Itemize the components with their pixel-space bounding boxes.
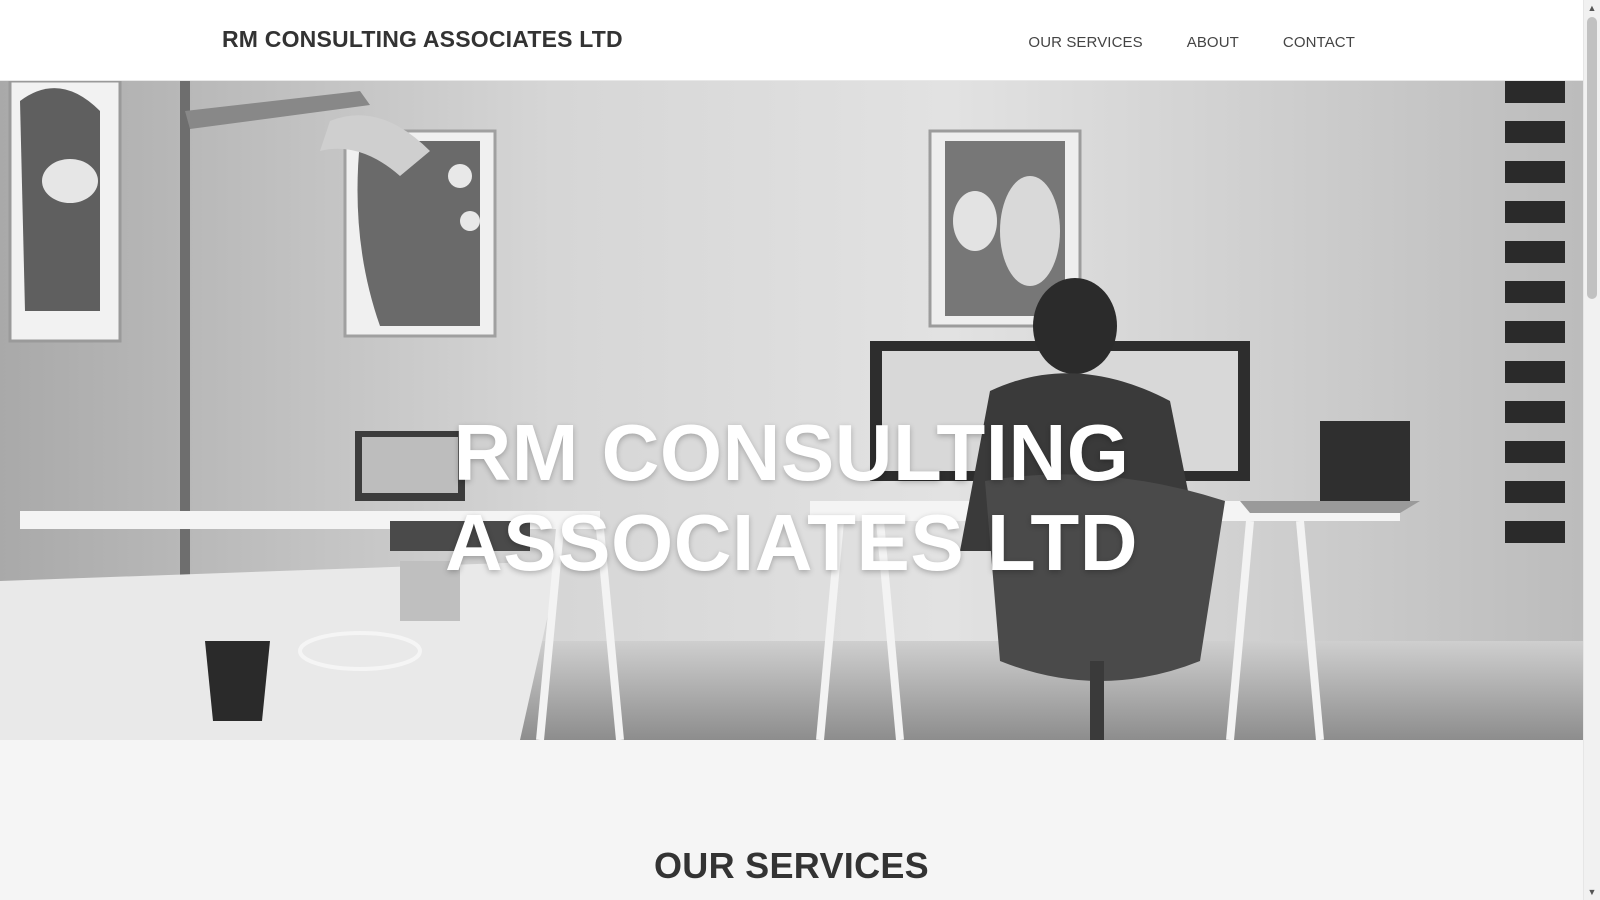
services-section-heading: OUR SERVICES (653, 845, 929, 886)
scroll-down-arrow-icon[interactable]: ▼ (1584, 884, 1600, 900)
nav-contact[interactable]: CONTACT (1283, 34, 1355, 51)
hero-banner: RM CONSULTING ASSOCIATES LTD (0, 81, 1583, 740)
page-scrollbar[interactable]: ▲ ▼ (1583, 0, 1600, 900)
scrollbar-thumb[interactable] (1587, 17, 1597, 299)
brand-logo-link[interactable]: RM CONSULTING ASSOCIATES LTD (222, 26, 623, 53)
nav-our-services[interactable]: OUR SERVICES (1028, 34, 1142, 51)
scroll-up-arrow-icon[interactable]: ▲ (1584, 0, 1600, 16)
hero-title: RM CONSULTING ASSOCIATES LTD (0, 408, 1583, 588)
site-header: RM CONSULTING ASSOCIATES LTD OUR SERVICE… (0, 0, 1583, 81)
hero-title-line2: ASSOCIATES LTD (445, 497, 1138, 587)
main-nav: OUR SERVICES ABOUT CONTACT (1028, 34, 1355, 51)
browser-viewport: RM CONSULTING ASSOCIATES LTD OUR SERVICE… (0, 0, 1600, 900)
hero-title-line1: RM CONSULTING (453, 407, 1130, 497)
nav-about[interactable]: ABOUT (1187, 34, 1239, 51)
